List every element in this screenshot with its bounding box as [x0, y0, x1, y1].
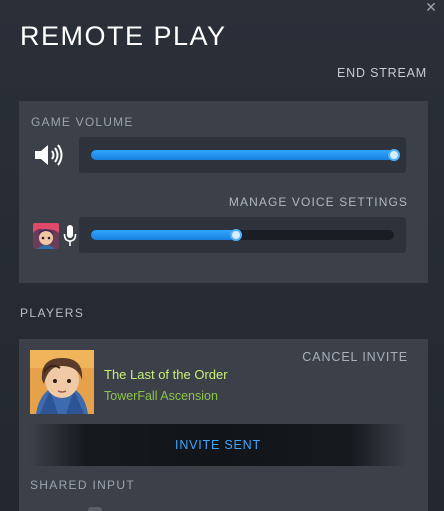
- players-section-label: PLAYERS: [20, 306, 85, 320]
- voice-volume-track[interactable]: [91, 229, 394, 241]
- game-volume-track[interactable]: [91, 149, 400, 161]
- microphone-icon[interactable]: [63, 224, 77, 248]
- game-volume-label: GAME VOLUME: [31, 115, 134, 129]
- player-card: CANCEL INVITE The Last of the Order Towe…: [19, 339, 428, 511]
- player-name: The Last of the Order: [104, 367, 228, 382]
- volume-panel: GAME VOLUME MANAGE VOICE SETTINGS: [19, 101, 428, 283]
- game-volume-handle[interactable]: [388, 149, 400, 161]
- game-volume-fill: [91, 150, 394, 160]
- invite-status-label: INVITE SENT: [175, 438, 261, 452]
- invite-status-bar: INVITE SENT: [30, 424, 406, 466]
- user-avatar: [33, 223, 59, 249]
- speaker-icon[interactable]: [33, 144, 65, 166]
- end-stream-button[interactable]: END STREAM: [337, 66, 427, 80]
- shared-input-label: SHARED INPUT: [30, 478, 135, 492]
- voice-volume-handle[interactable]: [230, 229, 243, 241]
- manage-voice-settings-link[interactable]: MANAGE VOICE SETTINGS: [229, 195, 408, 209]
- voice-volume-slider[interactable]: [79, 217, 406, 253]
- shared-input-icons: [88, 507, 102, 511]
- voice-volume-fill: [91, 230, 237, 240]
- game-volume-slider[interactable]: [79, 137, 406, 173]
- page-title: REMOTE PLAY: [20, 21, 227, 51]
- player-game: TowerFall Ascension: [104, 389, 218, 403]
- player-avatar: [30, 350, 94, 414]
- close-icon[interactable]: ✕: [424, 0, 438, 14]
- cancel-invite-button[interactable]: CANCEL INVITE: [302, 350, 408, 364]
